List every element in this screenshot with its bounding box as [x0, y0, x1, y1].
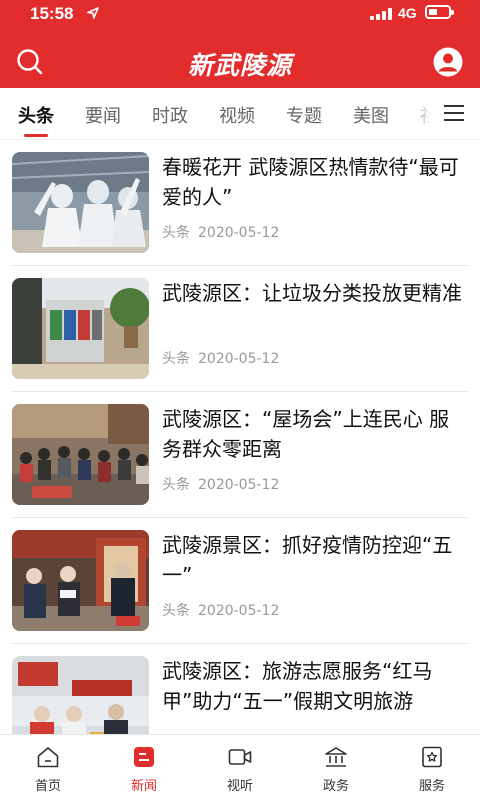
- active-tab-indicator: [24, 134, 48, 137]
- news-meta: 头条 2020-05-12: [162, 600, 279, 620]
- tab-fade: [408, 88, 432, 138]
- news-meta: 头条 2020-05-12: [162, 474, 279, 494]
- news-item[interactable]: 武陵源区：让垃圾分类投放更精准 头条 2020-05-12: [0, 266, 480, 392]
- user-avatar-icon: [433, 47, 463, 77]
- tab-photos[interactable]: 美图: [353, 102, 389, 128]
- news-item[interactable]: 武陵源景区：抓好疫情防控迎“五一” 头条 2020-05-12: [0, 518, 480, 644]
- tab-key-news[interactable]: 要闻: [85, 102, 121, 128]
- news-title: 武陵源区：旅游志愿服务“红马甲”助力“五一”假期文明旅游: [162, 659, 433, 713]
- tab-headlines[interactable]: 头条: [18, 102, 54, 128]
- news-thumbnail: [12, 404, 149, 505]
- government-icon: [325, 747, 347, 767]
- status-time: 15:58: [30, 4, 74, 23]
- news-icon: [134, 747, 154, 767]
- nav-label: 首页: [34, 779, 61, 794]
- tab-topics[interactable]: 专题: [286, 102, 322, 128]
- news-thumbnail: [12, 278, 149, 379]
- news-thumbnail: [12, 656, 149, 734]
- app-logo-title: 新武陵源: [187, 51, 292, 80]
- nav-label: 服务: [418, 779, 445, 794]
- news-list: 春暖花开 武陵源区热情款待“最可爱的人” 头条 2020-05-12 武陵源区：让…: [0, 140, 480, 734]
- news-item[interactable]: 武陵源区：“屋场会”上连民心 服务群众零距离 头条 2020-05-12: [0, 392, 480, 518]
- news-source: 头条: [162, 603, 190, 619]
- network-type: 4G: [398, 5, 417, 21]
- nav-service[interactable]: 服务: [384, 735, 480, 800]
- news-title: 武陵源景区：抓好疫情防控迎“五一”: [162, 533, 453, 587]
- search-icon: [17, 49, 43, 75]
- service-icon: [422, 746, 442, 768]
- news-title: 武陵源区：让垃圾分类投放更精准: [162, 281, 462, 305]
- bottom-navigation: 首页 新闻 视听 政务 服务: [0, 734, 480, 800]
- news-title: 春暖花开 武陵源区热情款待“最可爱的人”: [162, 155, 459, 209]
- nav-home[interactable]: 首页: [0, 735, 96, 800]
- news-date: 2020-05-12: [198, 603, 280, 619]
- news-thumbnail: [12, 152, 149, 253]
- home-icon: [37, 747, 59, 768]
- news-date: 2020-05-12: [198, 225, 280, 241]
- news-source: 头条: [162, 351, 190, 367]
- tab-menu-button[interactable]: [432, 88, 480, 138]
- nav-news[interactable]: 新闻: [96, 735, 192, 800]
- status-bar: 15:58 4G: [0, 0, 480, 28]
- news-source: 头条: [162, 477, 190, 493]
- location-arrow-icon: [87, 7, 99, 19]
- nav-video[interactable]: 视听: [192, 735, 288, 800]
- nav-label: 视听: [226, 779, 253, 794]
- channel-tabs: 头条 要闻 时政 视频 专题 美图 社: [0, 88, 480, 140]
- news-date: 2020-05-12: [198, 477, 280, 493]
- nav-label: 新闻: [130, 779, 157, 794]
- news-thumbnail: [12, 530, 149, 631]
- video-icon: [228, 749, 252, 765]
- app-header: 15:58 4G 新武陵源: [0, 0, 480, 88]
- tab-video[interactable]: 视频: [219, 102, 255, 128]
- tab-politics[interactable]: 时政: [152, 102, 188, 128]
- news-item[interactable]: 春暖花开 武陵源区热情款待“最可爱的人” 头条 2020-05-12: [0, 140, 480, 266]
- search-button[interactable]: [14, 46, 46, 78]
- news-date: 2020-05-12: [198, 351, 280, 367]
- news-source: 头条: [162, 225, 190, 241]
- news-title: 武陵源区：“屋场会”上连民心 服务群众零距离: [162, 407, 450, 461]
- news-meta: 头条 2020-05-12: [162, 348, 279, 368]
- news-meta: 头条 2020-05-12: [162, 222, 279, 242]
- nav-government[interactable]: 政务: [288, 735, 384, 800]
- news-item[interactable]: 武陵源区：旅游志愿服务“红马甲”助力“五一”假期文明旅游: [0, 644, 480, 734]
- battery-icon: [425, 5, 454, 19]
- nav-label: 政务: [322, 779, 349, 794]
- signal-icon: [370, 8, 392, 20]
- profile-button[interactable]: [432, 46, 464, 78]
